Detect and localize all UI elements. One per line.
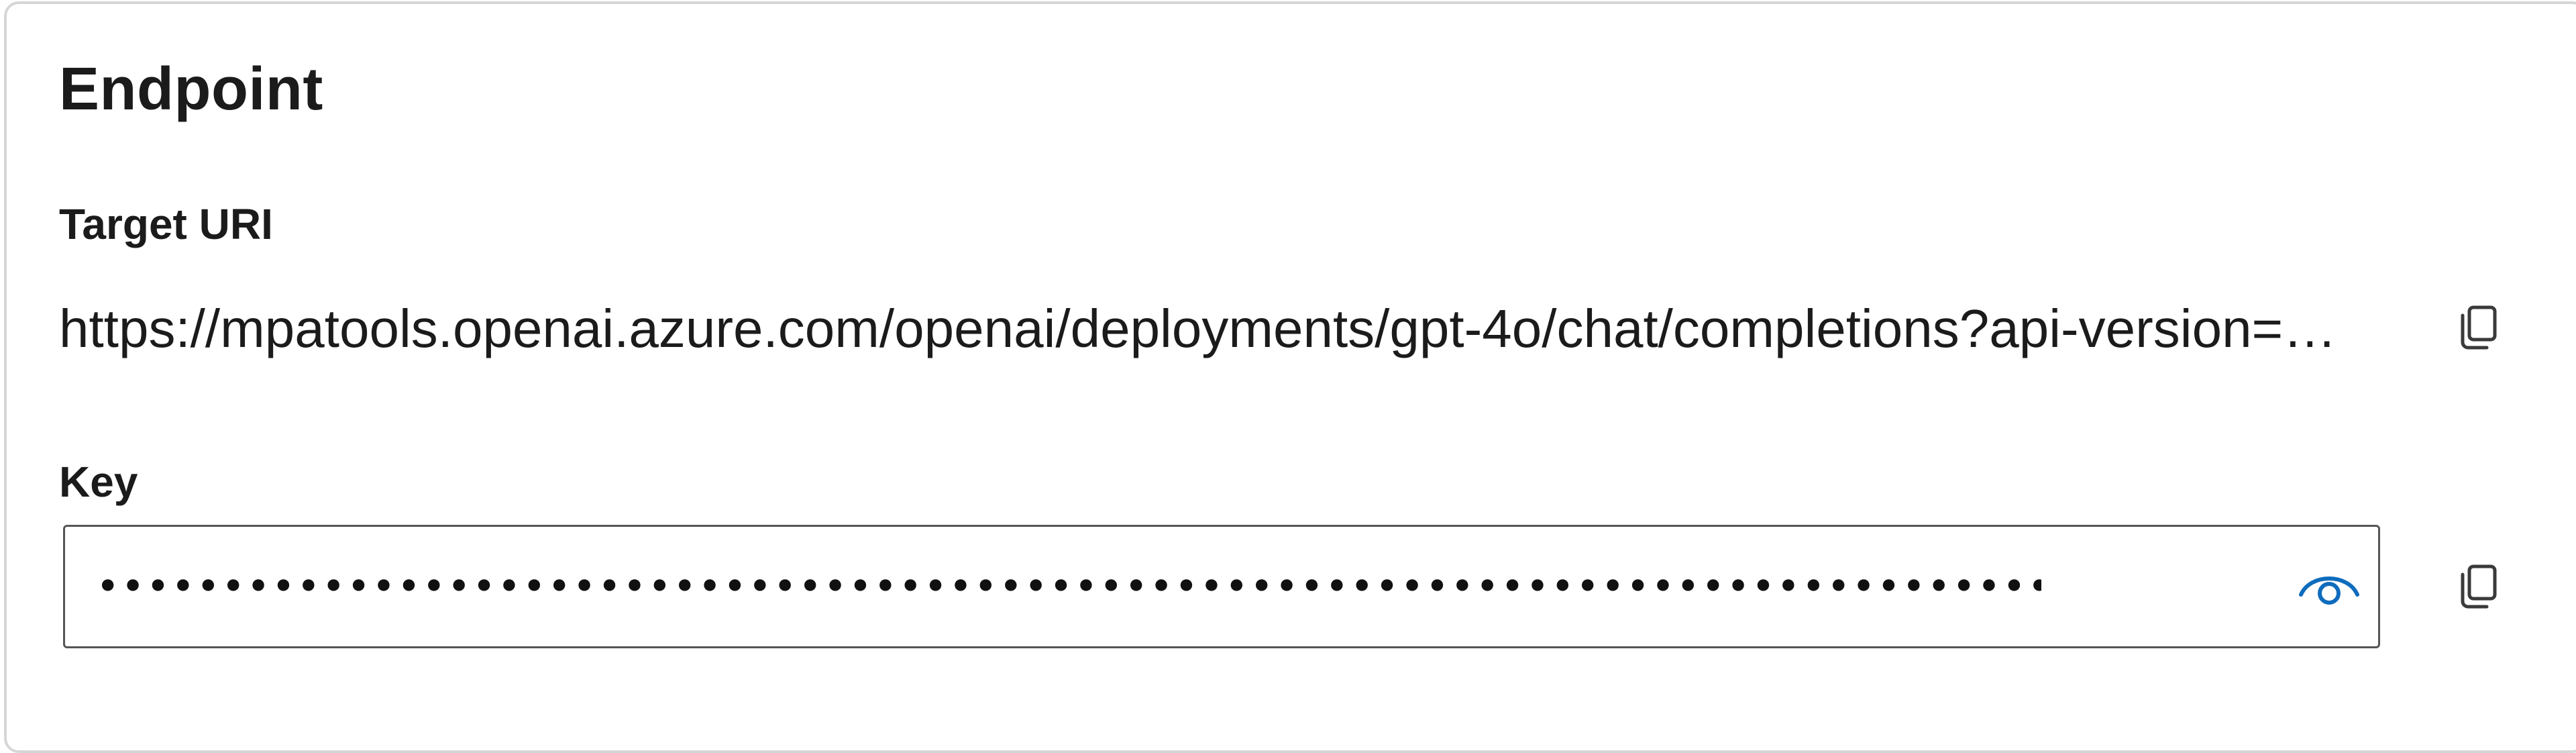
endpoint-title: Endpoint: [59, 56, 323, 123]
key-field[interactable]: [63, 525, 2380, 648]
eye-icon: [2299, 576, 2359, 605]
copy-icon: [2461, 305, 2497, 350]
target-uri-value[interactable]: https://mpatools.openai.azure.com/openai…: [59, 298, 2340, 360]
copy-target-uri-button[interactable]: [2438, 287, 2519, 368]
key-input[interactable]: [96, 527, 2041, 646]
key-label: Key: [59, 458, 138, 506]
copy-icon: [2461, 564, 2497, 609]
reveal-key-button[interactable]: [2292, 551, 2366, 625]
target-uri-label: Target URI: [59, 200, 273, 248]
copy-key-button[interactable]: [2438, 546, 2519, 627]
endpoint-card: Endpoint Target URI https://mpatools.ope…: [4, 1, 2576, 753]
